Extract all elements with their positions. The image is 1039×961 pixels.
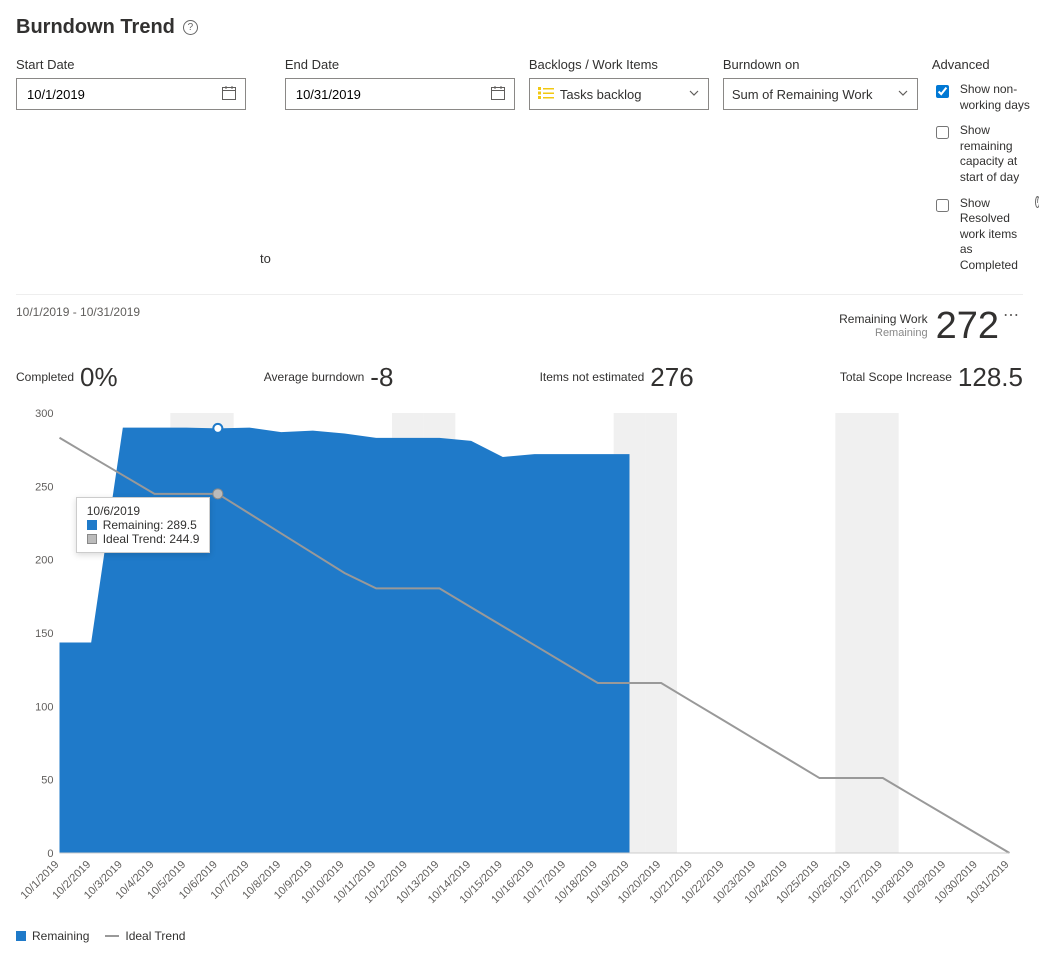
help-icon[interactable]: ? bbox=[183, 20, 198, 35]
swatch-grey-icon bbox=[87, 534, 97, 544]
legend-remaining-label: Remaining bbox=[32, 929, 89, 943]
avg-burndown-label: Average burndown bbox=[264, 370, 365, 384]
show-resolved-label: Show Resolved work items as Completed bbox=[960, 196, 1027, 274]
chevron-down-icon bbox=[897, 87, 909, 102]
advanced-label: Advanced bbox=[932, 57, 1039, 72]
chart-svg: 05010015020025030010/1/201910/2/201910/3… bbox=[16, 403, 1023, 923]
show-capacity-label: Show remaining capacity at start of day bbox=[960, 123, 1039, 185]
avg-burndown-value: -8 bbox=[370, 362, 393, 393]
show-nonworking-checkbox[interactable]: Show non-working days bbox=[932, 82, 1039, 113]
chart-panel: 10/1/2019 - 10/31/2019 Remaining Work Re… bbox=[16, 294, 1023, 943]
show-nonworking-input[interactable] bbox=[936, 84, 949, 99]
remaining-work-value: 272 bbox=[936, 305, 999, 348]
svg-text:100: 100 bbox=[35, 701, 53, 713]
burndown-on-value: Sum of Remaining Work bbox=[732, 87, 873, 102]
backlog-select[interactable]: Tasks backlog bbox=[529, 78, 709, 110]
completed-value: 0% bbox=[80, 362, 118, 393]
burndown-on-select[interactable]: Sum of Remaining Work bbox=[723, 78, 918, 110]
legend-remaining-swatch-icon bbox=[16, 931, 26, 941]
show-capacity-checkbox[interactable]: Show remaining capacity at start of day bbox=[932, 123, 1039, 185]
start-date-label: Start Date bbox=[16, 57, 246, 72]
tooltip-ideal: Ideal Trend: 244.9 bbox=[103, 532, 200, 546]
chart-tooltip: 10/6/2019 Remaining: 289.5 Ideal Trend: … bbox=[76, 497, 211, 553]
end-date-label: End Date bbox=[285, 57, 515, 72]
backlog-label: Backlogs / Work Items bbox=[529, 57, 709, 72]
tooltip-date: 10/6/2019 bbox=[87, 504, 200, 518]
legend-ideal-swatch-icon bbox=[105, 935, 119, 937]
svg-text:200: 200 bbox=[35, 554, 53, 566]
chart-date-range: 10/1/2019 - 10/31/2019 bbox=[16, 305, 140, 319]
items-not-estimated-value: 276 bbox=[650, 362, 693, 393]
chart-legend: Remaining Ideal Trend bbox=[16, 929, 1023, 943]
completed-label: Completed bbox=[16, 370, 74, 384]
swatch-blue-icon bbox=[87, 520, 97, 530]
tooltip-remaining: Remaining: 289.5 bbox=[103, 518, 197, 532]
burndown-on-label: Burndown on bbox=[723, 57, 918, 72]
svg-text:50: 50 bbox=[41, 774, 53, 786]
show-resolved-input[interactable] bbox=[936, 198, 949, 213]
task-icon bbox=[538, 86, 554, 102]
svg-text:150: 150 bbox=[35, 628, 53, 640]
items-not-estimated-label: Items not estimated bbox=[540, 370, 645, 384]
page-title: Burndown Trend bbox=[16, 16, 175, 39]
remaining-sub-label: Remaining bbox=[839, 327, 927, 340]
show-resolved-checkbox[interactable]: Show Resolved work items as Completed i bbox=[932, 196, 1039, 274]
legend-ideal-label: Ideal Trend bbox=[125, 929, 185, 943]
end-date-field[interactable] bbox=[285, 78, 515, 110]
svg-text:250: 250 bbox=[35, 481, 53, 493]
info-icon[interactable]: i bbox=[1035, 196, 1039, 208]
end-date-input[interactable] bbox=[294, 86, 484, 103]
svg-text:300: 300 bbox=[35, 408, 53, 420]
remaining-work-label: Remaining Work bbox=[839, 312, 927, 326]
start-date-input[interactable] bbox=[25, 86, 215, 103]
show-capacity-input[interactable] bbox=[936, 125, 949, 140]
calendar-icon[interactable] bbox=[490, 85, 506, 104]
show-nonworking-label: Show non-working days bbox=[960, 82, 1039, 113]
scope-increase-value: 128.5 bbox=[958, 362, 1023, 393]
to-label: to bbox=[260, 251, 271, 274]
start-date-field[interactable] bbox=[16, 78, 246, 110]
backlog-value: Tasks backlog bbox=[560, 87, 642, 102]
calendar-icon[interactable] bbox=[221, 85, 237, 104]
burndown-chart[interactable]: 05010015020025030010/1/201910/2/201910/3… bbox=[16, 403, 1023, 923]
scope-increase-label: Total Scope Increase bbox=[840, 370, 952, 384]
chevron-down-icon bbox=[688, 87, 700, 102]
more-icon[interactable]: ⋯ bbox=[999, 305, 1023, 325]
